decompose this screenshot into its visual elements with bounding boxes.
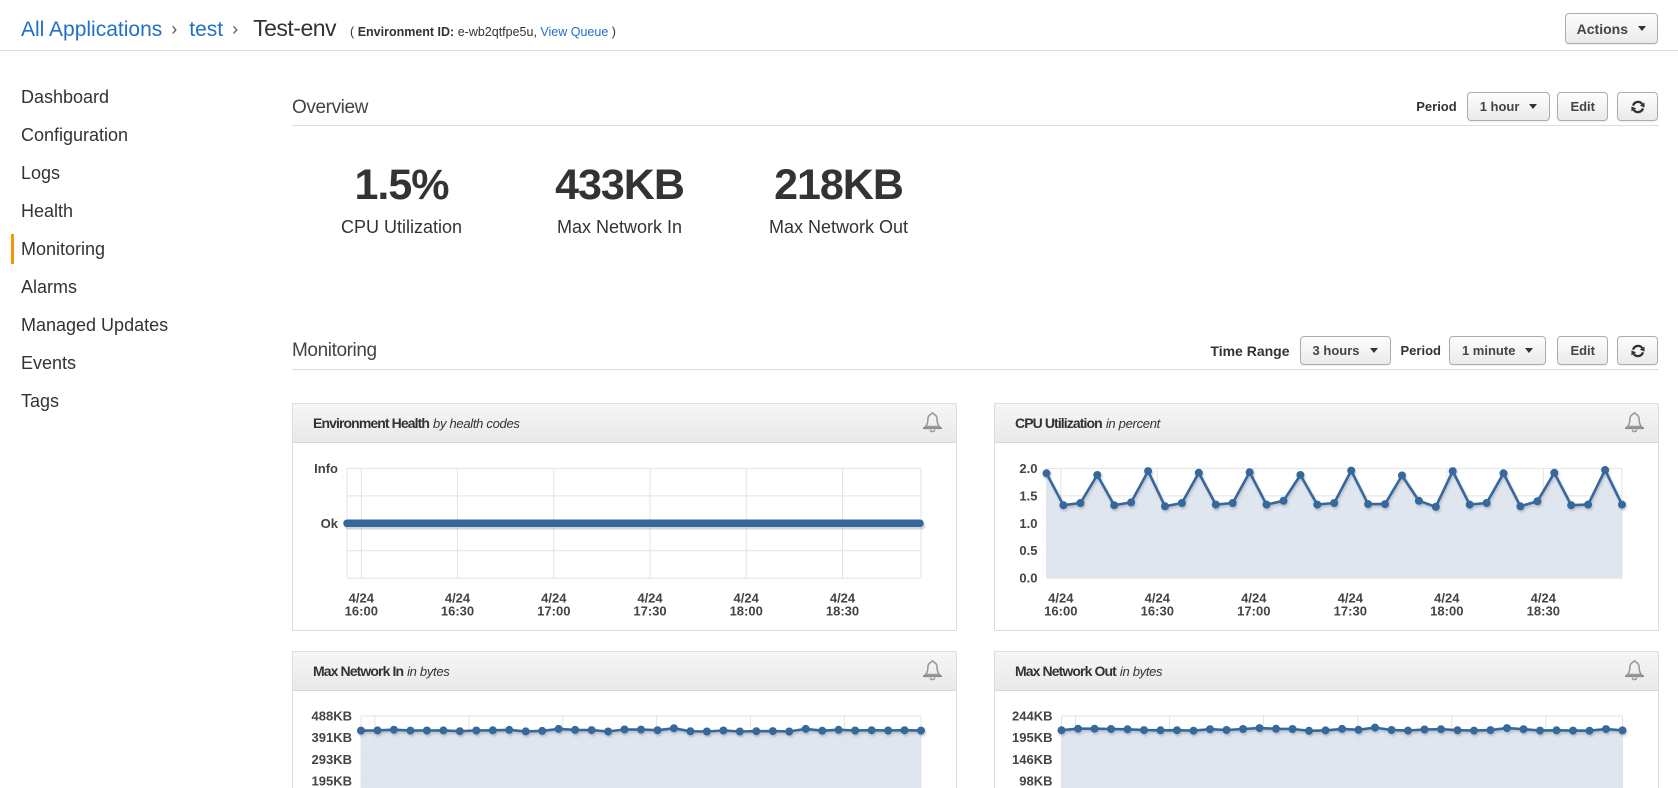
svg-text:18:00: 18:00 <box>1430 604 1463 619</box>
svg-text:16:30: 16:30 <box>1141 604 1174 619</box>
svg-text:1.0: 1.0 <box>1019 516 1037 531</box>
svg-text:16:00: 16:00 <box>1044 604 1077 619</box>
svg-text:146KB: 146KB <box>1012 752 1052 767</box>
svg-text:195KB: 195KB <box>312 774 352 788</box>
svg-text:17:30: 17:30 <box>1334 604 1367 619</box>
svg-text:18:30: 18:30 <box>826 604 859 619</box>
svg-text:488KB: 488KB <box>312 709 352 724</box>
svg-text:18:30: 18:30 <box>1527 604 1560 619</box>
svg-text:391KB: 391KB <box>312 730 352 745</box>
svg-text:0.0: 0.0 <box>1019 571 1037 586</box>
svg-text:17:00: 17:00 <box>1237 604 1270 619</box>
svg-text:17:00: 17:00 <box>537 604 570 619</box>
svg-text:18:00: 18:00 <box>730 604 763 619</box>
svg-text:244KB: 244KB <box>1012 709 1052 724</box>
svg-text:Ok: Ok <box>321 516 339 531</box>
svg-text:0.5: 0.5 <box>1019 543 1037 558</box>
svg-text:2.0: 2.0 <box>1019 461 1037 476</box>
svg-text:16:30: 16:30 <box>441 604 474 619</box>
svg-text:1.5: 1.5 <box>1019 488 1037 503</box>
svg-text:293KB: 293KB <box>312 752 352 767</box>
svg-text:16:00: 16:00 <box>345 604 378 619</box>
svg-text:17:30: 17:30 <box>633 604 666 619</box>
svg-text:195KB: 195KB <box>1012 730 1052 745</box>
svg-text:98KB: 98KB <box>1019 774 1052 788</box>
svg-text:Info: Info <box>314 461 338 476</box>
